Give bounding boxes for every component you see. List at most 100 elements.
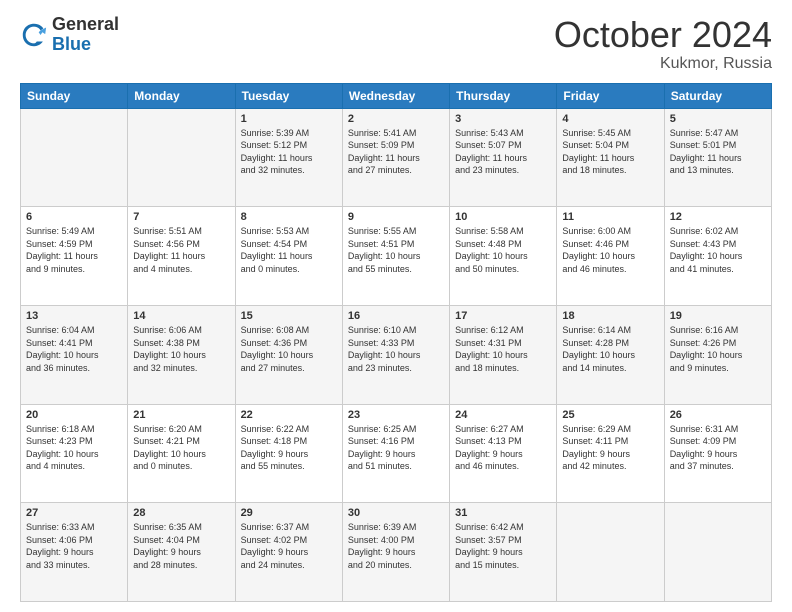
day-number: 17 (455, 310, 551, 322)
calendar-cell: 22Sunrise: 6:22 AM Sunset: 4:18 PM Dayli… (235, 404, 342, 503)
day-info: Sunrise: 6:14 AM Sunset: 4:28 PM Dayligh… (562, 324, 658, 374)
day-info: Sunrise: 6:39 AM Sunset: 4:00 PM Dayligh… (348, 521, 444, 571)
logo-general: General (52, 15, 119, 35)
calendar-cell: 17 Sunrise: 6:12 AM Sunset: 4:31 PM Dayli… (450, 305, 557, 404)
col-wednesday: Wednesday (342, 83, 449, 108)
day-number: 3 (455, 113, 551, 125)
day-info: Sunrise: 6:00 AM Sunset: 4:46 PM Dayligh… (562, 225, 658, 275)
day-info: Sunrise: 5:55 AM Sunset: 4:51 PM Dayligh… (348, 225, 444, 275)
day-info: Sunrise: 6:12 AM Sunset: 4:31 PM Dayligh… (455, 324, 551, 374)
day-info: Sunrise: 6:42 AM Sunset: 3:57 PM Dayligh… (455, 521, 551, 571)
day-number: 9 (348, 211, 444, 223)
calendar-body: 1Sunrise: 5:39 AM Sunset: 5:12 PM Daylig… (21, 108, 772, 601)
day-number: 1 (241, 113, 337, 125)
day-info: Sunrise: 5:51 AM Sunset: 4:56 PM Dayligh… (133, 225, 229, 275)
calendar-cell: 26 Sunrise: 6:31 AM Sunset: 4:09 PM Dayli… (664, 404, 771, 503)
calendar-week-3: 20 Sunrise: 6:18 AM Sunset: 4:23 PM Dayli… (21, 404, 772, 503)
day-info: Sunrise: 6:10 AM Sunset: 4:33 PM Dayligh… (348, 324, 444, 374)
calendar-cell: 30Sunrise: 6:39 AM Sunset: 4:00 PM Dayli… (342, 503, 449, 602)
day-info: Sunrise: 6:35 AM Sunset: 4:04 PM Dayligh… (133, 521, 229, 571)
day-number: 7 (133, 211, 229, 223)
calendar-cell (128, 108, 235, 207)
day-info: Sunrise: 6:08 AM Sunset: 4:36 PM Dayligh… (241, 324, 337, 374)
day-info: Sunrise: 6:31 AM Sunset: 4:09 PM Dayligh… (670, 423, 766, 473)
day-number: 12 (670, 211, 766, 223)
calendar-cell: 27 Sunrise: 6:33 AM Sunset: 4:06 PM Dayli… (21, 503, 128, 602)
calendar-cell (557, 503, 664, 602)
day-info: Sunrise: 6:37 AM Sunset: 4:02 PM Dayligh… (241, 521, 337, 571)
day-number: 4 (562, 113, 658, 125)
calendar-cell: 25Sunrise: 6:29 AM Sunset: 4:11 PM Dayli… (557, 404, 664, 503)
calendar-cell: 10Sunrise: 5:58 AM Sunset: 4:48 PM Dayli… (450, 207, 557, 306)
day-number: 10 (455, 211, 551, 223)
day-info: Sunrise: 5:45 AM Sunset: 5:04 PM Dayligh… (562, 127, 658, 177)
col-monday: Monday (128, 83, 235, 108)
calendar-cell: 15 Sunrise: 6:08 AM Sunset: 4:36 PM Dayli… (235, 305, 342, 404)
day-number: 6 (26, 211, 122, 223)
day-number: 14 (133, 310, 229, 322)
calendar-cell: 2 Sunrise: 5:41 AM Sunset: 5:09 PM Daylig… (342, 108, 449, 207)
col-thursday: Thursday (450, 83, 557, 108)
calendar-week-1: 6Sunrise: 5:49 AM Sunset: 4:59 PM Daylig… (21, 207, 772, 306)
day-number: 19 (670, 310, 766, 322)
calendar-cell: 20 Sunrise: 6:18 AM Sunset: 4:23 PM Dayli… (21, 404, 128, 503)
calendar-cell: 16Sunrise: 6:10 AM Sunset: 4:33 PM Dayli… (342, 305, 449, 404)
calendar-week-4: 27 Sunrise: 6:33 AM Sunset: 4:06 PM Dayli… (21, 503, 772, 602)
day-number: 2 (348, 113, 444, 125)
day-info: Sunrise: 6:27 AM Sunset: 4:13 PM Dayligh… (455, 423, 551, 473)
logo-icon (20, 21, 48, 49)
day-number: 20 (26, 409, 122, 421)
col-tuesday: Tuesday (235, 83, 342, 108)
page: General Blue October 2024 Kukmor, Russia… (0, 0, 792, 612)
day-number: 13 (26, 310, 122, 322)
logo-blue: Blue (52, 35, 119, 55)
day-info: Sunrise: 6:02 AM Sunset: 4:43 PM Dayligh… (670, 225, 766, 275)
calendar-cell: 3 Sunrise: 5:43 AM Sunset: 5:07 PM Daylig… (450, 108, 557, 207)
calendar-cell: 5 Sunrise: 5:47 AM Sunset: 5:01 PM Daylig… (664, 108, 771, 207)
logo: General Blue (20, 15, 119, 55)
calendar-cell: 1Sunrise: 5:39 AM Sunset: 5:12 PM Daylig… (235, 108, 342, 207)
calendar-table: Sunday Monday Tuesday Wednesday Thursday… (20, 83, 772, 602)
calendar-cell: 6Sunrise: 5:49 AM Sunset: 4:59 PM Daylig… (21, 207, 128, 306)
calendar-cell: 29 Sunrise: 6:37 AM Sunset: 4:02 PM Dayli… (235, 503, 342, 602)
day-info: Sunrise: 6:20 AM Sunset: 4:21 PM Dayligh… (133, 423, 229, 473)
day-number: 23 (348, 409, 444, 421)
day-number: 11 (562, 211, 658, 223)
day-number: 8 (241, 211, 337, 223)
day-number: 5 (670, 113, 766, 125)
calendar-cell: 7 Sunrise: 5:51 AM Sunset: 4:56 PM Daylig… (128, 207, 235, 306)
calendar-cell: 14Sunrise: 6:06 AM Sunset: 4:38 PM Dayli… (128, 305, 235, 404)
day-info: Sunrise: 6:22 AM Sunset: 4:18 PM Dayligh… (241, 423, 337, 473)
col-sunday: Sunday (21, 83, 128, 108)
day-number: 25 (562, 409, 658, 421)
day-info: Sunrise: 5:43 AM Sunset: 5:07 PM Dayligh… (455, 127, 551, 177)
day-number: 21 (133, 409, 229, 421)
calendar-cell: 31Sunrise: 6:42 AM Sunset: 3:57 PM Dayli… (450, 503, 557, 602)
location: Kukmor, Russia (554, 55, 772, 73)
header: General Blue October 2024 Kukmor, Russia (20, 15, 772, 73)
day-info: Sunrise: 5:47 AM Sunset: 5:01 PM Dayligh… (670, 127, 766, 177)
calendar-week-0: 1Sunrise: 5:39 AM Sunset: 5:12 PM Daylig… (21, 108, 772, 207)
day-number: 29 (241, 507, 337, 519)
calendar-week-2: 13 Sunrise: 6:04 AM Sunset: 4:41 PM Dayli… (21, 305, 772, 404)
calendar-cell (664, 503, 771, 602)
day-number: 28 (133, 507, 229, 519)
header-row: Sunday Monday Tuesday Wednesday Thursday… (21, 83, 772, 108)
calendar-cell (21, 108, 128, 207)
calendar-cell: 13 Sunrise: 6:04 AM Sunset: 4:41 PM Dayli… (21, 305, 128, 404)
day-number: 15 (241, 310, 337, 322)
day-number: 24 (455, 409, 551, 421)
calendar-cell: 23Sunrise: 6:25 AM Sunset: 4:16 PM Dayli… (342, 404, 449, 503)
calendar-cell: 11 Sunrise: 6:00 AM Sunset: 4:46 PM Dayli… (557, 207, 664, 306)
day-info: Sunrise: 6:04 AM Sunset: 4:41 PM Dayligh… (26, 324, 122, 374)
day-info: Sunrise: 6:33 AM Sunset: 4:06 PM Dayligh… (26, 521, 122, 571)
day-number: 27 (26, 507, 122, 519)
calendar-cell: 8Sunrise: 5:53 AM Sunset: 4:54 PM Daylig… (235, 207, 342, 306)
day-number: 26 (670, 409, 766, 421)
day-info: Sunrise: 5:41 AM Sunset: 5:09 PM Dayligh… (348, 127, 444, 177)
day-info: Sunrise: 6:18 AM Sunset: 4:23 PM Dayligh… (26, 423, 122, 473)
calendar-cell: 24 Sunrise: 6:27 AM Sunset: 4:13 PM Dayli… (450, 404, 557, 503)
calendar-cell: 19Sunrise: 6:16 AM Sunset: 4:26 PM Dayli… (664, 305, 771, 404)
col-friday: Friday (557, 83, 664, 108)
calendar-header: Sunday Monday Tuesday Wednesday Thursday… (21, 83, 772, 108)
